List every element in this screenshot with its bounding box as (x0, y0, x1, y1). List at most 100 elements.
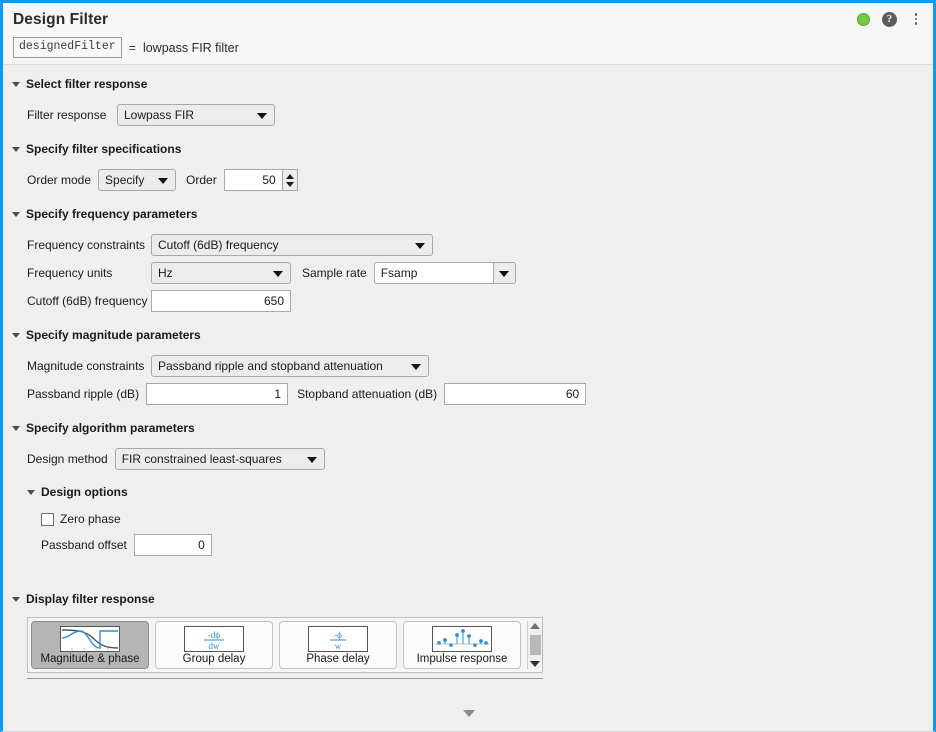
gallery-item-impulse-response[interactable]: Impulse response (403, 621, 521, 669)
gallery-item-label: Magnitude & phase (40, 653, 140, 665)
frequency-constraints-value: Cutoff (6dB) frequency (158, 238, 279, 252)
frequency-constraints-dropdown[interactable]: Cutoff (6dB) frequency (151, 234, 433, 256)
filter-description: lowpass FIR filter (142, 40, 239, 55)
section-header-frequency[interactable]: Specify frequency parameters (12, 205, 933, 223)
sample-rate-dropdown-button[interactable] (492, 263, 515, 283)
zero-phase-row[interactable]: Zero phase (41, 512, 933, 526)
collapse-triangle-icon (12, 81, 20, 87)
output-variable-row: designedFilter = lowpass FIR filter (13, 37, 933, 58)
group-delay-icon: -dϕ dw (184, 625, 244, 652)
order-label: Order (186, 173, 217, 187)
header-icons: ? (857, 11, 923, 27)
frequency-constraints-label: Frequency constraints (27, 238, 146, 252)
filter-response-dropdown[interactable]: Lowpass FIR (117, 104, 275, 126)
frequency-units-dropdown[interactable]: Hz (151, 262, 291, 284)
zero-phase-checkbox[interactable] (41, 512, 54, 526)
section-header-algorithm[interactable]: Specify algorithm parameters (12, 419, 933, 437)
frequency-units-value: Hz (158, 266, 173, 280)
chevron-down-icon (306, 457, 317, 463)
svg-text:-ϕ: -ϕ (334, 630, 342, 640)
collapse-triangle-icon (12, 596, 20, 602)
gallery-scrollbar[interactable] (527, 621, 542, 669)
collapse-triangle-icon (12, 332, 20, 338)
spinner-down-icon[interactable] (285, 181, 294, 187)
gallery-item-magnitude-phase[interactable]: Magnitude & phase (31, 621, 149, 669)
svg-text:dw: dw (209, 641, 221, 651)
magnitude-constraints-row: Magnitude constraints Passband ripple an… (27, 355, 933, 377)
collapse-triangle-icon (12, 211, 20, 217)
chevron-down-icon (415, 243, 425, 249)
section-header-design-options[interactable]: Design options (27, 483, 933, 501)
impulse-response-icon (432, 625, 492, 652)
order-row: Order mode Specify Order 50 (27, 169, 933, 191)
passband-offset-input[interactable]: 0 (133, 534, 212, 556)
gallery-item-label: Impulse response (416, 653, 508, 665)
page-title: Design Filter (13, 11, 109, 28)
help-icon[interactable]: ? (882, 11, 897, 27)
gallery-item-phase-delay[interactable]: -ϕ w Phase delay (279, 621, 397, 669)
ripple-attenuation-row: Passband ripple (dB) 1 Stopband attenuat… (27, 383, 933, 405)
frequency-constraints-row: Frequency constraints Cutoff (6dB) frequ… (27, 234, 933, 256)
order-input[interactable]: 50 (223, 169, 282, 191)
chevron-down-icon (499, 271, 510, 277)
chevron-down-icon (273, 271, 283, 277)
filter-response-label: Filter response (27, 108, 107, 122)
status-indicator-icon (857, 12, 870, 26)
gallery-divider (27, 678, 543, 679)
scroll-down-icon[interactable] (530, 661, 540, 667)
section-title: Select filter response (26, 77, 148, 91)
frequency-units-label: Frequency units (27, 266, 113, 280)
order-mode-label: Order mode (27, 173, 92, 187)
scroll-up-icon[interactable] (530, 623, 540, 629)
chevron-down-icon (257, 113, 267, 119)
design-filter-task-panel: Design Filter designedFilter = lowpass F… (0, 0, 936, 732)
gallery-item-group-delay[interactable]: -dϕ dw Group delay (155, 621, 273, 669)
section-header-filter-specs[interactable]: Specify filter specifications (12, 140, 933, 158)
filter-response-row: Filter response Lowpass FIR (27, 104, 933, 126)
spinner-up-icon[interactable] (285, 173, 294, 179)
section-header-magnitude[interactable]: Specify magnitude parameters (12, 326, 933, 344)
sample-rate-label: Sample rate (302, 266, 367, 280)
chevron-down-icon (158, 178, 169, 184)
stopband-attenuation-input[interactable]: 60 (444, 383, 587, 405)
magnitude-constraints-label: Magnitude constraints (27, 359, 145, 373)
order-mode-dropdown[interactable]: Specify (98, 169, 177, 191)
response-gallery: Magnitude & phase -dϕ dw Group delay -ϕ … (27, 617, 543, 673)
passband-ripple-label: Passband ripple (dB) (27, 387, 140, 401)
design-method-row: Design method FIR constrained least-squa… (27, 448, 933, 470)
gallery-item-label: Group delay (182, 653, 246, 665)
section-header-display[interactable]: Display filter response (12, 590, 933, 608)
section-header-filter-response[interactable]: Select filter response (12, 75, 933, 93)
collapse-triangle-icon (12, 425, 20, 431)
scrollbar-thumb[interactable] (529, 635, 541, 655)
frequency-units-row: Frequency units Hz Sample rate Fsamp (27, 262, 933, 284)
expand-more-icon[interactable] (463, 710, 475, 717)
kebab-menu-icon[interactable] (909, 11, 923, 27)
sample-rate-input[interactable]: Fsamp (374, 263, 493, 283)
cutoff-frequency-label: Cutoff (6dB) frequency (27, 294, 148, 308)
section-title: Specify filter specifications (26, 142, 182, 156)
gallery-item-label: Phase delay (306, 653, 370, 665)
sample-rate-combobox[interactable]: Fsamp (373, 262, 516, 284)
collapse-triangle-icon (27, 489, 35, 495)
design-method-dropdown[interactable]: FIR constrained least-squares (114, 448, 325, 470)
collapse-triangle-icon (12, 146, 20, 152)
order-stepper[interactable]: 50 (223, 169, 298, 191)
design-method-value: FIR constrained least-squares (121, 452, 282, 466)
section-title: Display filter response (26, 592, 155, 606)
cutoff-frequency-row: Cutoff (6dB) frequency 650 (27, 290, 933, 312)
output-variable-field[interactable]: designedFilter (13, 37, 122, 58)
cutoff-frequency-input[interactable]: 650 (151, 290, 291, 312)
phase-delay-icon: -ϕ w (308, 625, 368, 652)
passband-ripple-input[interactable]: 1 (146, 383, 289, 405)
design-method-label: Design method (27, 452, 108, 466)
svg-text:w: w (335, 641, 342, 651)
equals-sign: = (128, 40, 136, 55)
order-mode-value: Specify (105, 173, 145, 187)
order-spinner-buttons[interactable] (281, 169, 298, 191)
filter-response-value: Lowpass FIR (124, 108, 195, 122)
zero-phase-label: Zero phase (60, 512, 121, 526)
section-title: Design options (41, 485, 128, 499)
magnitude-constraints-dropdown[interactable]: Passband ripple and stopband attenuation (151, 355, 429, 377)
magnitude-constraints-value: Passband ripple and stopband attenuation (158, 359, 383, 373)
